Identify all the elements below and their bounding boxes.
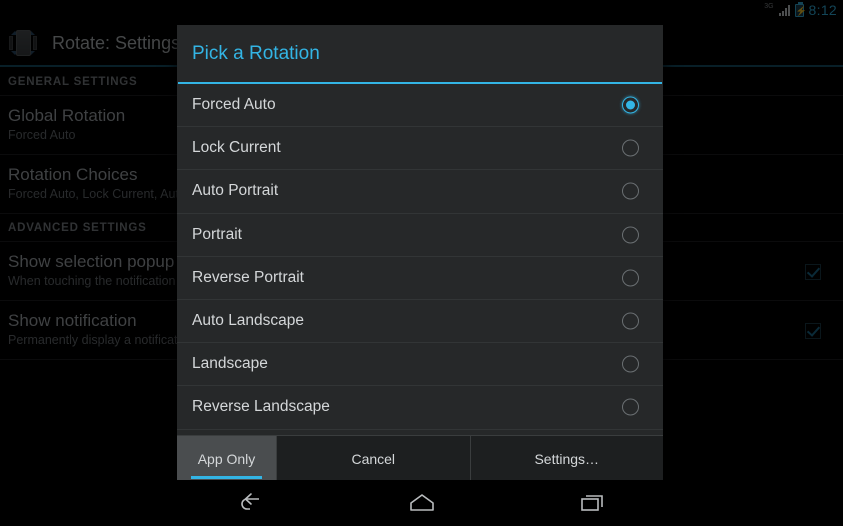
dialog-button-bar: App Only Cancel Settings… [177,435,663,481]
option-auto-landscape[interactable]: Auto Landscape [177,300,663,344]
navigation-bar [0,480,843,526]
option-label: Lock Current [192,139,281,157]
option-label: Landscape [192,355,268,373]
rotation-options-list[interactable]: Forced Auto Lock Current Auto Portrait P… [177,84,663,435]
settings-button[interactable]: Settings… [471,436,664,481]
radio-button[interactable] [622,398,639,416]
app-only-button[interactable]: App Only [177,436,277,481]
option-reverse-landscape[interactable]: Reverse Landscape [177,386,663,430]
radio-button[interactable] [622,269,639,287]
option-lock-current[interactable]: Lock Current [177,127,663,171]
option-label: Auto Portrait [192,182,279,200]
option-label: Reverse Portrait [192,268,304,286]
option-forced-auto[interactable]: Forced Auto [177,84,663,128]
option-portrait[interactable]: Portrait [177,214,663,257]
cancel-button[interactable]: Cancel [277,436,471,481]
recents-icon[interactable] [572,488,612,518]
radio-button[interactable] [622,312,639,330]
option-label: Forced Auto [192,96,276,114]
radio-button[interactable] [622,96,639,114]
radio-button[interactable] [622,182,639,200]
back-icon[interactable] [232,488,272,518]
option-label: Auto Landscape [192,312,305,330]
dialog-title: Pick a Rotation [192,42,320,64]
home-icon[interactable] [402,488,442,518]
option-label: Reverse Landscape [192,398,330,416]
android-screen: 3G ⚡ 8:12 Rotate: Settings GENERAL SETTI… [0,0,843,526]
option-landscape[interactable]: Landscape [177,343,663,387]
radio-button[interactable] [622,355,639,373]
pick-a-rotation-dialog: Pick a Rotation Forced Auto Lock Current… [177,25,663,481]
option-reverse-portrait[interactable]: Reverse Portrait [177,257,663,300]
radio-button[interactable] [622,226,639,244]
option-auto-portrait[interactable]: Auto Portrait [177,170,663,214]
radio-button[interactable] [622,139,639,157]
option-label: Portrait [192,225,242,243]
